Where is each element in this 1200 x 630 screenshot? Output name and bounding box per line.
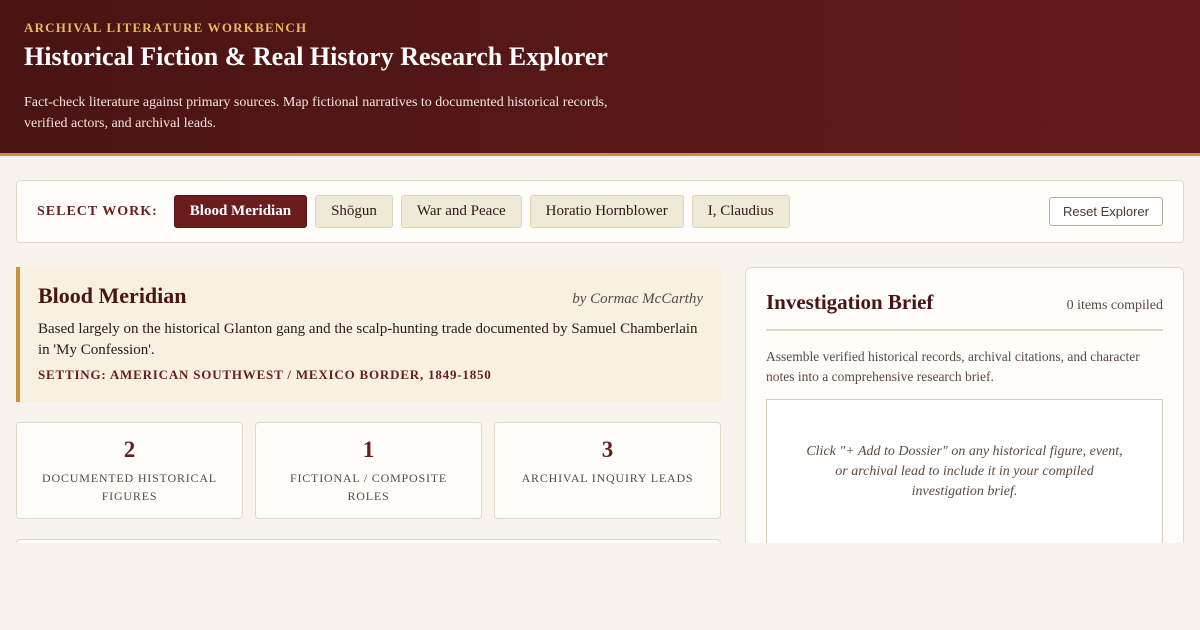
select-work-label: SELECT WORK:	[37, 203, 158, 219]
work-button-horatio-hornblower[interactable]: Horatio Hornblower	[529, 195, 684, 228]
dossier-empty-state: Click "+ Add to Dossier" on any historic…	[766, 399, 1163, 559]
stat-card-fictional-roles: 1 FICTIONAL / COMPOSITE ROLES	[255, 422, 482, 519]
work-title: Blood Meridian	[38, 283, 187, 308]
brief-description: Assemble verified historical records, ar…	[766, 349, 1140, 384]
reset-explorer-button[interactable]: Reset Explorer	[1049, 197, 1163, 226]
work-selector-bar: SELECT WORK: Blood Meridian Shōgun War a…	[16, 180, 1184, 243]
work-setting: SETTING: AMERICAN SOUTHWEST / MEXICO BOR…	[38, 367, 492, 382]
brief-title: Investigation Brief	[766, 290, 934, 314]
work-summary-card: Blood Meridian by Cormac McCarthy Based …	[16, 267, 721, 402]
work-description: Based largely on the historical Glanton …	[38, 321, 698, 358]
header-eyebrow: ARCHIVAL LITERATURE WORKBENCH	[24, 20, 308, 35]
stat-label: FICTIONAL / COMPOSITE ROLES	[289, 471, 448, 503]
stat-value: 3	[601, 437, 614, 462]
investigation-brief-panel: Investigation Brief 0 items compiled Ass…	[745, 267, 1184, 559]
stat-value: 2	[123, 437, 136, 462]
app-header: ARCHIVAL LITERATURE WORKBENCH Historical…	[0, 0, 1200, 156]
stat-label: ARCHIVAL INQUIRY LEADS	[521, 471, 694, 485]
page-bottom	[0, 543, 1200, 630]
work-button-i-claudius[interactable]: I, Claudius	[691, 195, 790, 228]
work-button-shogun[interactable]: Shōgun	[315, 195, 393, 228]
brief-item-count: 0 items compiled	[1066, 298, 1163, 313]
stat-card-historical-figures: 2 DOCUMENTED HISTORICAL FIGURES	[16, 422, 243, 519]
stat-card-archival-leads: 3 ARCHIVAL INQUIRY LEADS	[494, 422, 721, 519]
page-title: Historical Fiction & Real History Resear…	[24, 42, 608, 71]
header-subtitle: Fact-check literature against primary so…	[24, 95, 608, 131]
work-author: by Cormac McCarthy	[572, 291, 703, 307]
work-button-blood-meridian[interactable]: Blood Meridian	[173, 195, 308, 228]
stat-value: 1	[362, 437, 375, 462]
work-button-war-and-peace[interactable]: War and Peace	[400, 195, 522, 228]
stat-label: DOCUMENTED HISTORICAL FIGURES	[42, 471, 217, 503]
stats-row: 2 DOCUMENTED HISTORICAL FIGURES 1 FICTIO…	[16, 422, 721, 519]
